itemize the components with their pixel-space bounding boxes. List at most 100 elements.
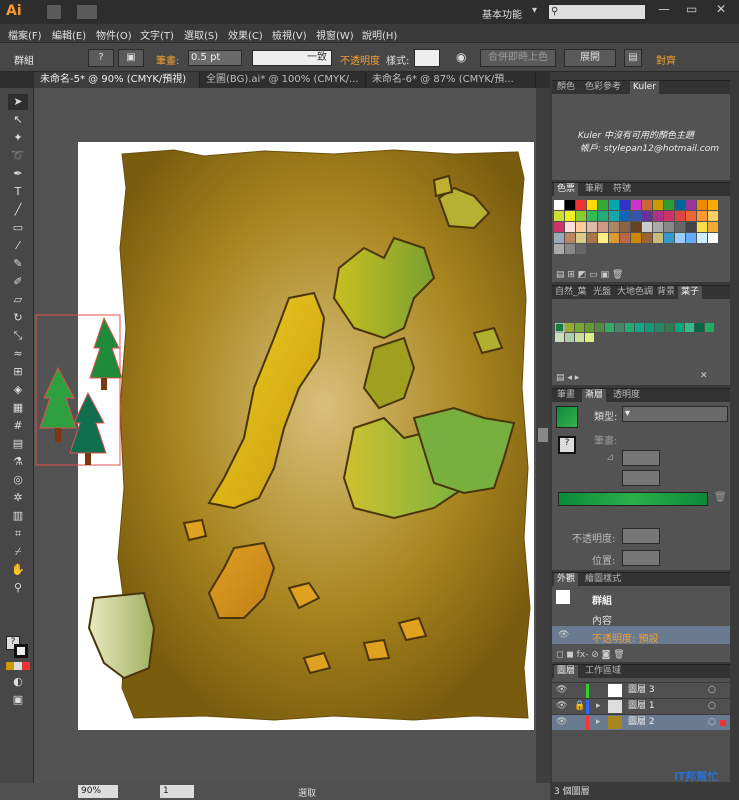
appearance-footer-icons[interactable]: ◻ ◼ fx- ⊘ ◙ 🗑 bbox=[556, 650, 625, 660]
menu-select[interactable]: 選取(S) bbox=[184, 27, 218, 42]
tab-doc-3[interactable]: 未命名-6* @ 87% (CMYK/預... bbox=[366, 72, 536, 88]
library-close-icon[interactable]: ✕ bbox=[700, 371, 708, 381]
tab-stroke[interactable]: 筆畫 bbox=[554, 389, 578, 403]
graph-tool-icon[interactable]: ▥ bbox=[8, 508, 28, 524]
menu-edit[interactable]: 編輯(E) bbox=[52, 27, 86, 42]
zoom-field[interactable]: 90% bbox=[78, 785, 118, 798]
minimize-button[interactable]: — bbox=[658, 2, 670, 16]
gradient-ramp[interactable] bbox=[558, 492, 708, 506]
visibility-eye-icon[interactable]: 👁 bbox=[556, 699, 567, 714]
type-tool-icon[interactable]: T bbox=[8, 184, 28, 200]
draw-mode-icon[interactable]: ◐ bbox=[8, 674, 28, 690]
tab-earth-tones[interactable]: 大地色調 bbox=[614, 286, 656, 300]
close-button[interactable]: ✕ bbox=[716, 2, 726, 16]
pen-tool-icon[interactable]: ✒ bbox=[8, 166, 28, 182]
visibility-eye-icon[interactable]: 👁 bbox=[558, 630, 569, 640]
library-nav-icons[interactable]: ▤ ◂ ▸ bbox=[556, 373, 579, 383]
paintbrush-tool-icon[interactable]: ⁄ bbox=[8, 238, 28, 254]
tab-appearance[interactable]: 外觀 bbox=[554, 573, 579, 587]
tab-leaves[interactable]: 葉子 bbox=[678, 286, 703, 300]
fill-stroke-icon[interactable]: ? bbox=[6, 636, 28, 658]
eyedropper-tool-icon[interactable]: ⚗ bbox=[8, 454, 28, 470]
tab-doc-1[interactable]: 未命名-5* @ 90% (CMYK/預視) bbox=[34, 72, 200, 88]
tab-layers[interactable]: 圖層 bbox=[554, 665, 579, 679]
gradient-position-input[interactable] bbox=[622, 550, 660, 566]
gradient-tool-icon[interactable]: ▤ bbox=[8, 436, 28, 452]
tab-artboards[interactable]: 工作區域 bbox=[582, 665, 624, 679]
tab-color-guide[interactable]: 色彩參考 bbox=[582, 81, 624, 95]
vertical-scrollbar[interactable] bbox=[536, 88, 550, 783]
leaves-swatch-row[interactable] bbox=[555, 323, 725, 345]
expand-arrow-icon[interactable]: ▸ bbox=[596, 699, 601, 714]
layer-row[interactable]: 👁 ▸ 圖層 2 ○ bbox=[552, 714, 730, 730]
layer-row[interactable]: 👁 圖層 3 ○ bbox=[552, 682, 730, 698]
fill-swatch[interactable]: ? bbox=[88, 49, 114, 67]
arrange-documents-button[interactable] bbox=[76, 4, 98, 20]
target-circle-icon[interactable]: ○ bbox=[708, 715, 716, 730]
bridge-button[interactable] bbox=[46, 4, 62, 20]
hand-tool-icon[interactable]: ✋ bbox=[8, 562, 28, 578]
blend-tool-icon[interactable]: ◎ bbox=[8, 472, 28, 488]
aspect-ratio-input[interactable] bbox=[622, 470, 660, 486]
tab-nature-leaves[interactable]: 自然_葉 bbox=[552, 286, 590, 300]
menu-help[interactable]: 說明(H) bbox=[362, 27, 397, 42]
delete-stop-icon[interactable]: 🗑 bbox=[714, 492, 727, 503]
visibility-eye-icon[interactable]: 👁 bbox=[556, 683, 567, 698]
canvas-area[interactable] bbox=[34, 88, 550, 783]
angle-input[interactable] bbox=[622, 450, 660, 466]
swatch-library-menu-icon[interactable]: ▤ ⊞ ◩ ▭ ▣ 🗑 bbox=[556, 270, 623, 280]
shape-builder-tool-icon[interactable]: ◈ bbox=[8, 382, 28, 398]
maximize-button[interactable]: ▭ bbox=[686, 2, 697, 16]
workspace-switcher[interactable]: 基本功能 bbox=[482, 6, 522, 21]
gradient-opacity-input[interactable] bbox=[622, 528, 660, 544]
target-circle-icon[interactable]: ○ bbox=[708, 699, 716, 714]
page-field[interactable]: 1 bbox=[160, 785, 194, 798]
slice-tool-icon[interactable]: ⌿ bbox=[8, 544, 28, 560]
target-circle-icon[interactable]: ○ bbox=[708, 683, 716, 698]
direct-selection-tool-icon[interactable]: ↖ bbox=[8, 112, 28, 128]
tab-swatches[interactable]: 色票 bbox=[554, 183, 579, 197]
scrollbar-thumb[interactable] bbox=[538, 428, 548, 442]
mesh-tool-icon[interactable]: # bbox=[8, 418, 28, 434]
layer-name[interactable]: 圖層 1 bbox=[628, 699, 655, 714]
swatch-grid[interactable] bbox=[554, 200, 732, 270]
artboard-tool-icon[interactable]: ⌗ bbox=[8, 526, 28, 542]
visibility-eye-icon[interactable]: 👁 bbox=[556, 715, 567, 730]
menu-effect[interactable]: 效果(C) bbox=[228, 27, 263, 42]
menu-file[interactable]: 檔案(F) bbox=[8, 27, 42, 42]
tab-transparency[interactable]: 透明度 bbox=[610, 389, 643, 403]
lasso-tool-icon[interactable]: ➰ bbox=[8, 148, 28, 164]
menu-object[interactable]: 物件(O) bbox=[96, 27, 132, 42]
align-label[interactable]: 對齊 bbox=[656, 52, 676, 67]
tab-background[interactable]: 背景 bbox=[654, 286, 678, 300]
layer-name[interactable]: 圖層 2 bbox=[628, 715, 655, 730]
layer-row[interactable]: 👁 🔒 ▸ 圖層 1 ○ bbox=[552, 698, 730, 714]
menu-window[interactable]: 視窗(W) bbox=[316, 27, 354, 42]
line-tool-icon[interactable]: ╱ bbox=[8, 202, 28, 218]
appearance-opacity[interactable]: 不透明度: 預設 bbox=[592, 630, 659, 645]
color-mode-icons[interactable] bbox=[6, 662, 30, 670]
tab-gradient[interactable]: 漸層 bbox=[582, 389, 607, 403]
free-transform-tool-icon[interactable]: ⊞ bbox=[8, 364, 28, 380]
tab-kuler[interactable]: Kuler bbox=[630, 81, 659, 95]
merge-live-paint-button[interactable]: 合併即時上色 bbox=[480, 49, 556, 67]
tab-brushes[interactable]: 筆刷 bbox=[582, 183, 606, 197]
symbol-sprayer-tool-icon[interactable]: ✲ bbox=[8, 490, 28, 506]
tab-doc-2[interactable]: 全圖(BG).ai* @ 100% (CMYK/... bbox=[200, 72, 366, 88]
magic-wand-tool-icon[interactable]: ✦ bbox=[8, 130, 28, 146]
search-input[interactable]: ⚲ bbox=[548, 4, 646, 20]
blob-brush-tool-icon[interactable]: ✐ bbox=[8, 274, 28, 290]
stroke-swatch[interactable]: ▣ bbox=[118, 49, 144, 67]
selection-tool-icon[interactable]: ➤ bbox=[8, 94, 28, 110]
rotate-tool-icon[interactable]: ↻ bbox=[8, 310, 28, 326]
menu-view[interactable]: 檢視(V) bbox=[272, 27, 307, 42]
fill-stroke-mini-icon[interactable]: ? bbox=[558, 436, 576, 454]
recolor-icon[interactable]: ◉ bbox=[456, 50, 466, 64]
tab-color[interactable]: 顏色 bbox=[554, 81, 578, 95]
tab-graphic-styles[interactable]: 繪圖樣式 bbox=[582, 573, 624, 587]
stroke-label[interactable]: 筆畫: bbox=[156, 52, 179, 67]
menu-type[interactable]: 文字(T) bbox=[140, 27, 174, 42]
tab-disc[interactable]: 光盤 bbox=[590, 286, 614, 300]
document-setup-icon[interactable]: ▤ bbox=[624, 49, 642, 67]
opacity-label[interactable]: 不透明度 bbox=[340, 52, 380, 67]
